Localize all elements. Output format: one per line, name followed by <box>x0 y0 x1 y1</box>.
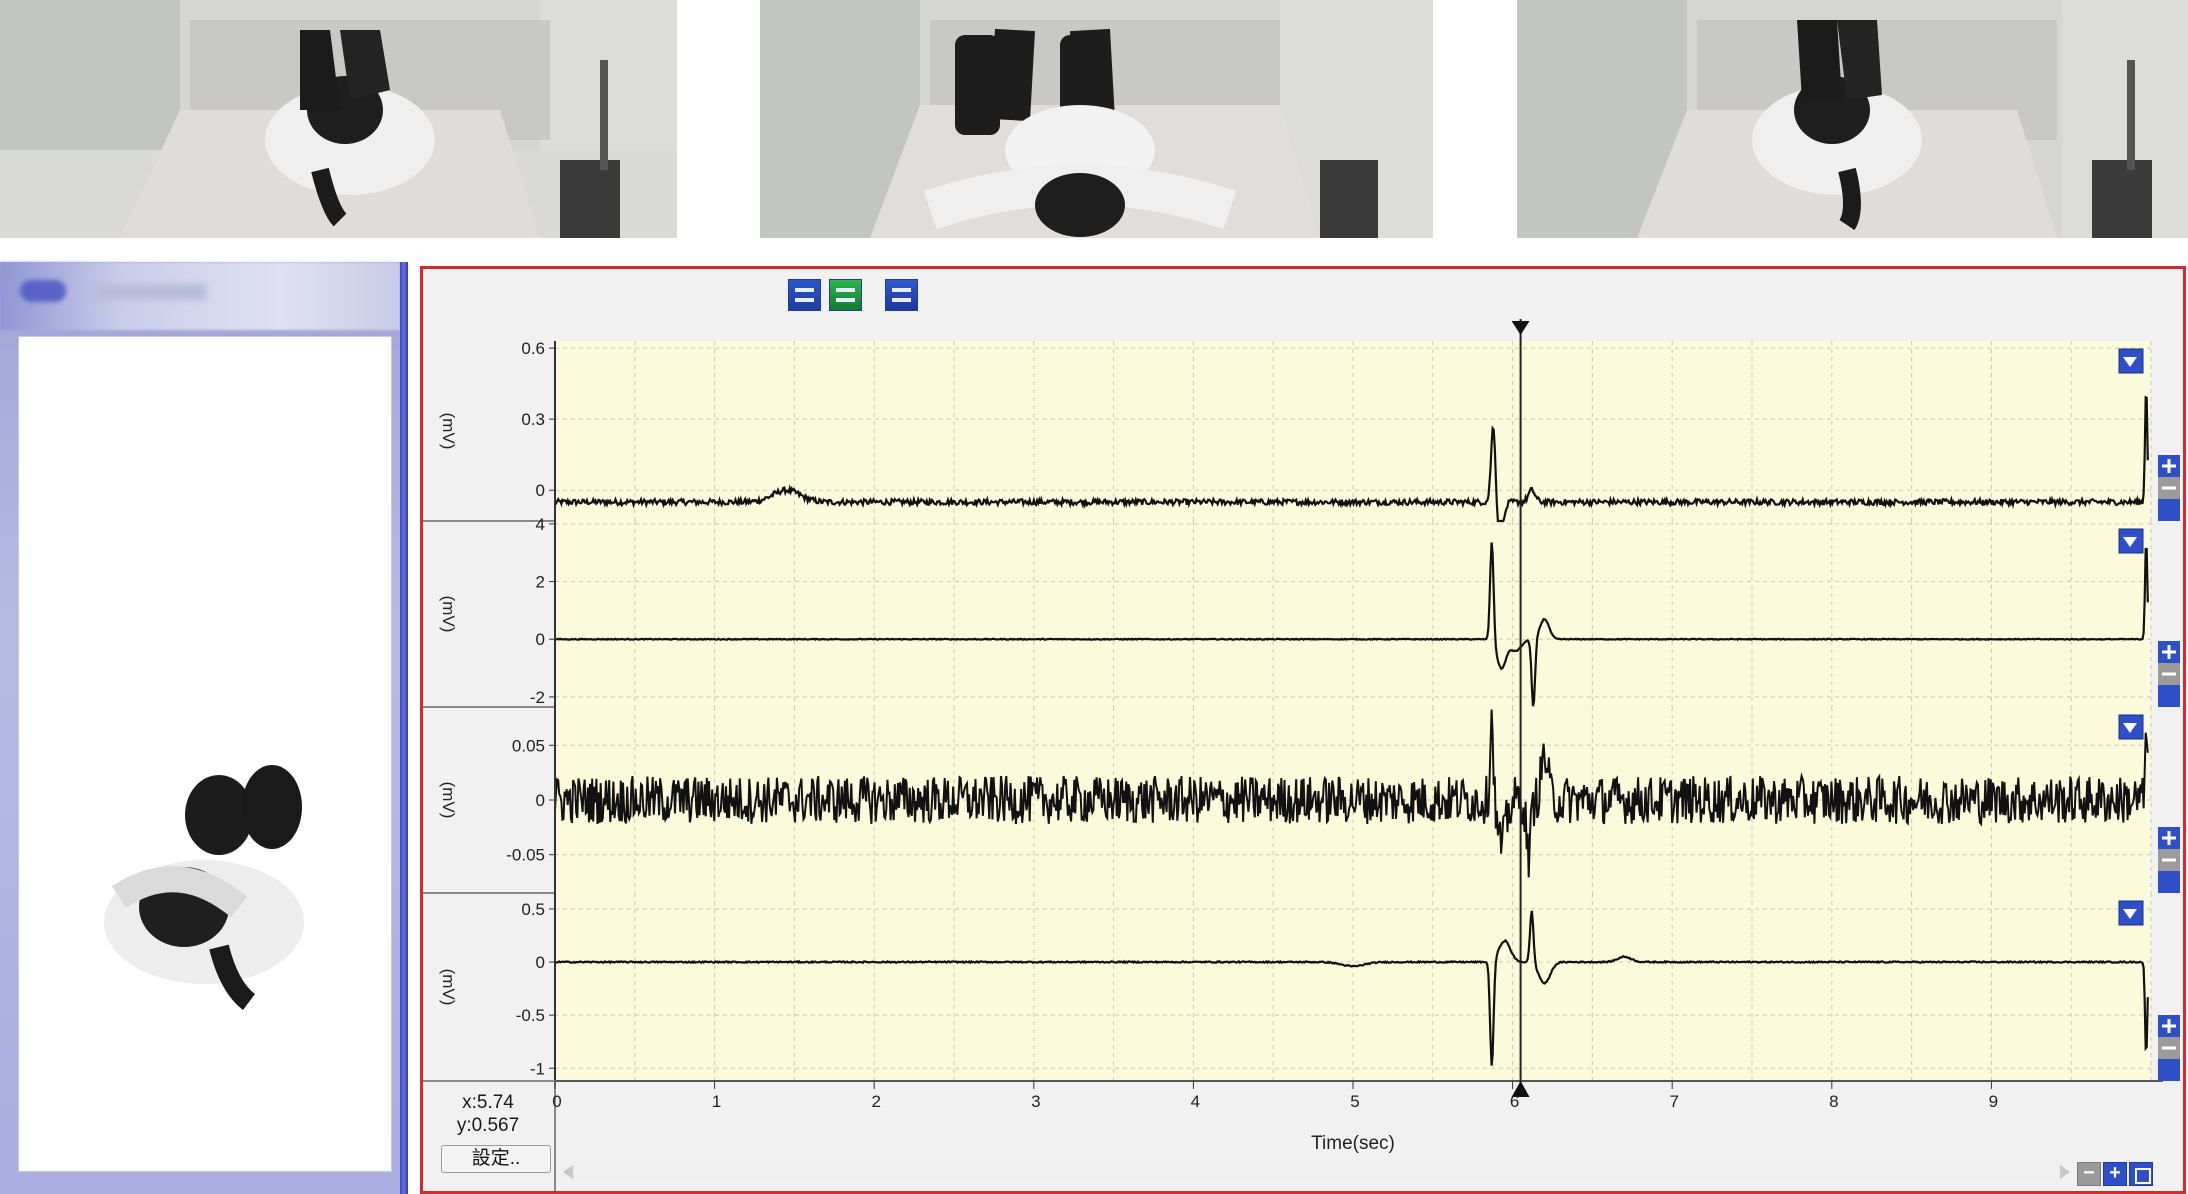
posture-photo-supine <box>760 0 1433 238</box>
y-tick-label: 0 <box>536 953 545 972</box>
y-tick-label: 0.6 <box>521 339 545 358</box>
y-tick-label: 0 <box>536 791 545 810</box>
app-icon <box>20 280 66 302</box>
cursor-readout: x:5.74 y:0.567 <box>433 1091 543 1137</box>
amplitude-fit-button[interactable] <box>2158 871 2180 893</box>
y-tick-label: -1 <box>530 1059 545 1078</box>
y-tick-label: 2 <box>536 573 545 592</box>
cursor-x-value: x:5.74 <box>462 1092 514 1113</box>
x-tick-label: 8 <box>1829 1092 1838 1111</box>
scroll-left-arrow-icon[interactable] <box>563 1165 573 1179</box>
y-axis-label: (mV) <box>439 596 458 633</box>
y-tick-label: 0 <box>536 481 545 500</box>
time-zoom-fit-button[interactable] <box>2129 1162 2153 1186</box>
horizontal-scrollbar[interactable] <box>563 1161 2063 1181</box>
video-title <box>96 284 206 300</box>
time-zoom-in-button[interactable]: + <box>2103 1162 2127 1186</box>
x-tick-label: 1 <box>712 1092 721 1111</box>
y-tick-label: -2 <box>530 688 545 707</box>
x-tick-label: 0 <box>552 1092 561 1111</box>
x-tick-label: 5 <box>1350 1092 1359 1111</box>
y-axis-label: (mV) <box>439 782 458 819</box>
amplitude-fit-button[interactable] <box>2158 685 2180 707</box>
subject-top-view <box>104 765 304 1010</box>
x-tick-label: 6 <box>1510 1092 1519 1111</box>
y-tick-label: -0.5 <box>516 1006 545 1025</box>
y-tick-label: -0.05 <box>506 846 545 865</box>
x-tick-label: 3 <box>1031 1092 1040 1111</box>
time-zoom-out-button[interactable]: − <box>2077 1162 2101 1186</box>
x-axis-label: Time(sec) <box>1311 1133 1395 1154</box>
settings-button[interactable]: 設定.. <box>441 1145 551 1173</box>
y-tick-label: 4 <box>536 515 545 534</box>
x-tick-label: 7 <box>1669 1092 1678 1111</box>
y-tick-label: 0 <box>536 630 545 649</box>
y-tick-label: 0.3 <box>521 410 545 429</box>
video-panel <box>0 262 408 1194</box>
cursor-y-value: y:0.567 <box>456 1115 520 1136</box>
posture-photo-right-side <box>1517 0 2188 238</box>
splitter-handle[interactable] <box>400 262 408 1194</box>
amplitude-fit-button[interactable] <box>2158 499 2180 521</box>
y-tick-label: 0.5 <box>521 900 545 919</box>
scroll-right-arrow-icon[interactable] <box>2060 1165 2070 1179</box>
cursor-top-handle-icon[interactable] <box>1511 321 1530 335</box>
x-tick-label: 4 <box>1191 1092 1200 1111</box>
video-titlebar <box>0 262 400 330</box>
amplitude-fit-button[interactable] <box>2158 1059 2180 1081</box>
y-tick-label: 0.05 <box>512 736 545 755</box>
y-axis-label: (mV) <box>439 413 458 450</box>
y-axis-label: (mV) <box>439 969 458 1006</box>
x-tick-label: 2 <box>871 1092 880 1111</box>
waveform-viewer: 0.6 0.3 0 (mV) 4 2 0 -2 (mV) 0.05 0 -0.05 (mV) 0.5 0 -0… <box>420 266 2186 1194</box>
posture-photo-left-side <box>0 0 677 238</box>
video-frame <box>18 336 392 1172</box>
emg-chart: 0.6 0.3 0 (mV) 4 2 0 -2 (mV) 0.05 0 -0.05 (mV) 0.5 0 -0… <box>423 319 2180 1191</box>
x-tick-label: 9 <box>1989 1092 1998 1111</box>
